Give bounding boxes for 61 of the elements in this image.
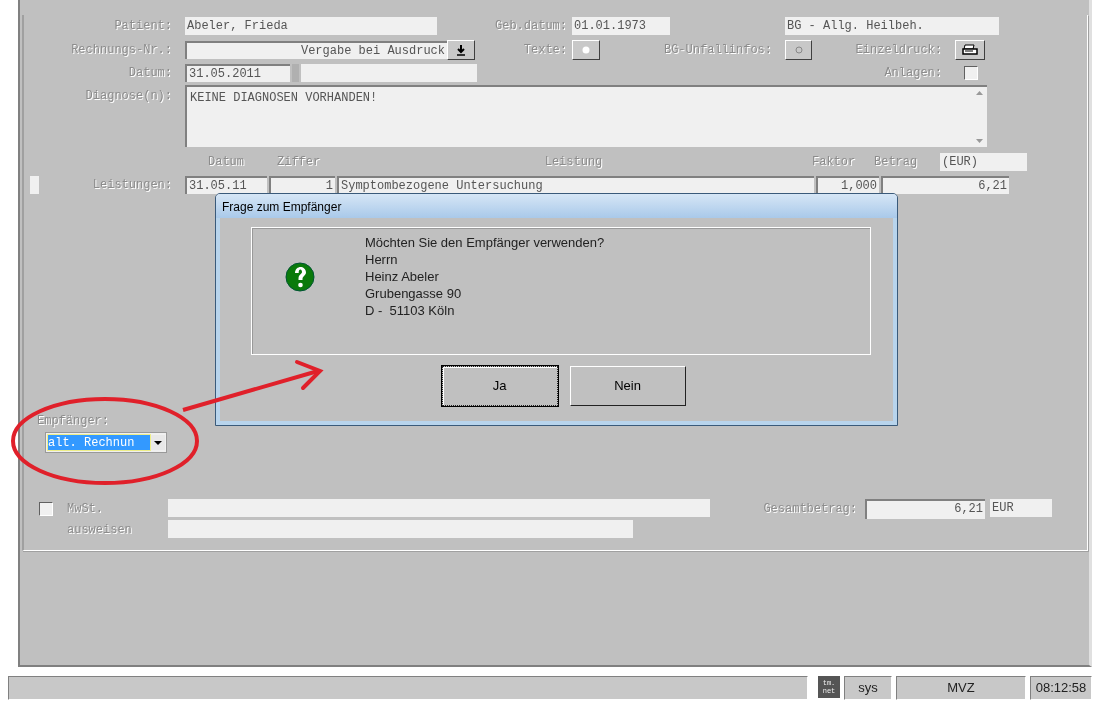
dot-icon bbox=[582, 46, 590, 54]
dialog-title: Frage zum Empfänger bbox=[216, 194, 897, 218]
column-header: Datum bbox=[208, 155, 244, 169]
field-label: Geb.datum: bbox=[494, 18, 567, 35]
message-line: D - 51103 Köln bbox=[365, 301, 456, 319]
print-button[interactable] bbox=[955, 40, 985, 60]
column-header: Ziffer bbox=[277, 155, 321, 169]
field-label: Patient: bbox=[113, 18, 172, 35]
scroll-up-icon bbox=[975, 91, 983, 95]
ring-icon bbox=[794, 46, 803, 54]
dialog-button[interactable]: Nein bbox=[569, 366, 686, 406]
column-header: Faktor bbox=[812, 155, 856, 169]
dropdown-field[interactable]: Vergabe bei Ausdruck bbox=[185, 41, 447, 59]
field-label: Texte: bbox=[522, 42, 567, 59]
text-field[interactable] bbox=[301, 64, 477, 82]
table-cell: 6,21 bbox=[881, 176, 1009, 194]
field-label: Gesamtbetrag: bbox=[762, 501, 857, 518]
unit-label: (EUR) bbox=[940, 153, 1027, 171]
table-cell: Symptombezogene Untersuchung bbox=[337, 176, 814, 194]
currency-label: EUR bbox=[990, 499, 1052, 517]
column-header: Leistung bbox=[544, 155, 603, 169]
text-field[interactable]: Abeler, Frieda bbox=[185, 17, 437, 35]
diagnosis-text: KEINE DIAGNOSEN VORHANDEN! bbox=[189, 90, 379, 107]
total-amount-field[interactable]: 6,21 bbox=[865, 499, 985, 519]
text-field[interactable] bbox=[168, 520, 633, 538]
text-field[interactable]: 31.05.2011 bbox=[185, 64, 290, 82]
field-label: Leistungen: bbox=[91, 177, 172, 194]
dialog-button[interactable]: Ja bbox=[441, 366, 558, 406]
diagnosis-text-area[interactable]: KEINE DIAGNOSEN VORHANDEN! bbox=[185, 85, 987, 147]
field-label: Diagnose(n): bbox=[84, 88, 172, 105]
status-panel: MVZ bbox=[896, 676, 1026, 700]
texte-button[interactable] bbox=[572, 40, 600, 60]
question-icon bbox=[285, 262, 315, 292]
field-label: Einzeldruck: bbox=[854, 42, 942, 59]
field-label: MwSt. ausweisen bbox=[67, 501, 133, 539]
row-marker bbox=[30, 176, 39, 194]
text-field[interactable]: BG - Allg. Heilbeh. bbox=[785, 17, 999, 35]
field-label: Anlagen: bbox=[883, 65, 942, 82]
table-cell: 1,000 bbox=[816, 176, 879, 194]
dropdown-button[interactable] bbox=[447, 40, 475, 60]
status-panel: 08:12:58 bbox=[1030, 676, 1092, 700]
checkbox[interactable] bbox=[964, 66, 978, 80]
table-cell: 31.05.11 bbox=[185, 176, 267, 194]
table-cell: 1 bbox=[269, 176, 335, 194]
message-line: Herrn bbox=[365, 250, 399, 268]
unfallinfo-button[interactable] bbox=[785, 40, 812, 60]
download-arrow-icon bbox=[456, 44, 466, 56]
text-field[interactable] bbox=[168, 499, 710, 517]
status-panel: sys bbox=[844, 676, 892, 700]
field-label: Empfänger: bbox=[37, 413, 109, 430]
printer-icon bbox=[962, 44, 978, 56]
message-line: Grubengasse 90 bbox=[365, 284, 463, 302]
text-field[interactable]: 01.01.1973 bbox=[572, 17, 670, 35]
field-label: BG-Unfallinfos: bbox=[662, 42, 772, 59]
field-label: Datum: bbox=[127, 65, 172, 82]
message-line: Heinz Abeler bbox=[365, 267, 440, 285]
scroll-down-icon bbox=[975, 139, 983, 143]
column-header: Betrag bbox=[874, 155, 918, 169]
message-line: Möchten Sie den Empfänger verwenden? bbox=[365, 233, 605, 251]
checkbox[interactable] bbox=[39, 502, 53, 516]
field-label: Rechnungs-Nr.: bbox=[70, 42, 172, 59]
